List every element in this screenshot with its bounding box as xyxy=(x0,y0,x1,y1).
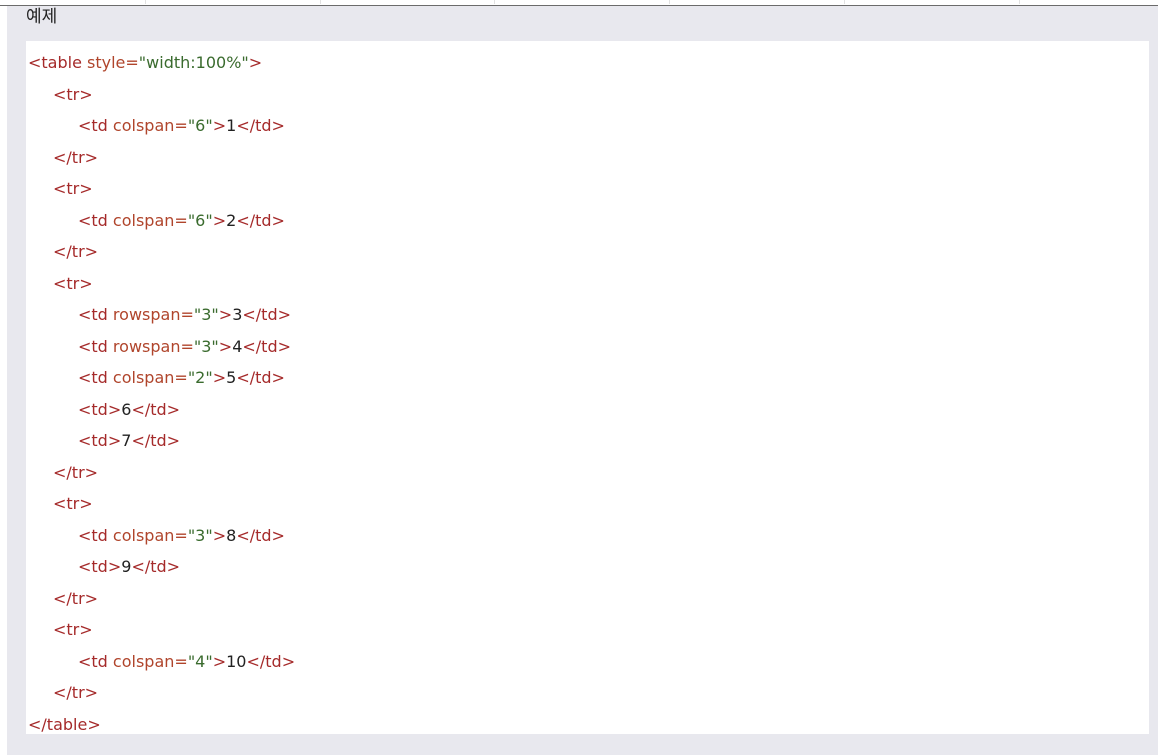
code-token: "width:100%" xyxy=(138,53,249,72)
code-token: <table xyxy=(28,53,82,72)
code-token: "4" xyxy=(187,651,213,671)
code-token: 3 xyxy=(232,305,243,324)
code-token: </td> xyxy=(131,557,181,576)
code-token: > xyxy=(248,53,263,72)
code-token: colspan= xyxy=(107,368,188,387)
code-token: <tr> xyxy=(53,84,93,104)
code-token: "3" xyxy=(193,336,219,356)
code-token: rowspan= xyxy=(107,336,194,356)
code-token: </td> xyxy=(236,368,285,387)
code-token: colspan= xyxy=(107,210,188,230)
code-token: 1 xyxy=(226,116,237,135)
code-token: "6" xyxy=(187,116,213,135)
code-token: "3" xyxy=(187,525,213,545)
code-token: colspan= xyxy=(107,651,188,671)
code-token: > xyxy=(218,305,233,324)
code-block[interactable]: <table style="width:100%"> <tr> <td colspa… xyxy=(26,41,1149,734)
code-token: colspan= xyxy=(107,116,188,135)
example-panel: 예제 <table style="width:100%"> <tr> <td col… xyxy=(7,6,1158,755)
code-token: 8 xyxy=(226,525,237,545)
code-token: <td xyxy=(78,116,108,135)
code-token: </tr> xyxy=(53,683,99,702)
code-line: <td colspan="4">10</td> xyxy=(78,651,295,673)
code-line: <tr> xyxy=(53,493,93,515)
code-token: </td> xyxy=(242,305,292,324)
code-token: <tr> xyxy=(53,620,93,639)
code-line: <td>9</td> xyxy=(78,556,180,578)
code-line: </tr> xyxy=(53,241,98,263)
code-line: </tr> xyxy=(53,462,98,484)
code-token: </td> xyxy=(236,525,285,545)
code-token: </td> xyxy=(236,116,285,135)
code-token: "2" xyxy=(187,368,213,387)
code-token: <td xyxy=(78,305,108,324)
code-line: <td colspan="3">8</td> xyxy=(78,525,285,547)
code-token: <td> xyxy=(78,399,122,419)
code-line: <td colspan="2">5</td> xyxy=(78,367,285,389)
code-token: </td> xyxy=(246,651,296,671)
code-line: <td rowspan="3">4</td> xyxy=(78,336,291,358)
code-token: > xyxy=(212,368,227,387)
code-token: 5 xyxy=(226,368,237,387)
code-token: > xyxy=(212,651,227,671)
code-token: </tr> xyxy=(53,588,99,608)
code-line: <table style="width:100%"> xyxy=(28,52,262,74)
example-title: 예제 xyxy=(26,7,58,27)
code-line: <td rowspan="3">3</td> xyxy=(78,304,291,326)
code-token: </td> xyxy=(236,210,285,230)
code-token: 4 xyxy=(232,336,243,356)
code-token: > xyxy=(212,116,227,135)
code-token: </td> xyxy=(242,336,292,356)
column-divider xyxy=(844,0,845,4)
code-token: style= xyxy=(81,53,139,72)
code-line: </table> xyxy=(28,714,101,736)
code-token: <tr> xyxy=(53,494,93,513)
code-token: </tr> xyxy=(53,462,99,482)
code-token: rowspan= xyxy=(107,305,194,324)
column-divider xyxy=(494,0,495,4)
code-line: <td colspan="6">1</td> xyxy=(78,115,285,137)
code-token: </table> xyxy=(28,714,101,734)
code-token: <td xyxy=(78,210,108,230)
code-line: <tr> xyxy=(53,619,93,641)
code-token: </td> xyxy=(131,399,181,419)
code-line: <tr> xyxy=(53,84,93,106)
code-line: <td>6</td> xyxy=(78,399,180,421)
code-line: <tr> xyxy=(53,178,93,200)
code-token: "6" xyxy=(187,210,213,230)
code-token: "3" xyxy=(193,305,219,324)
code-token: > xyxy=(212,210,227,230)
code-line: </tr> xyxy=(53,682,98,704)
code-line: <tr> xyxy=(53,273,93,295)
code-token: </tr> xyxy=(53,242,99,261)
code-token: 9 xyxy=(121,557,132,576)
code-token: <tr> xyxy=(53,179,93,198)
code-line: <td colspan="6">2</td> xyxy=(78,210,285,232)
column-divider xyxy=(1019,0,1020,4)
column-divider xyxy=(320,0,321,4)
code-token: > xyxy=(218,336,233,356)
code-token: </tr> xyxy=(53,147,99,167)
column-divider xyxy=(145,0,146,4)
code-line: <td>7</td> xyxy=(78,430,180,452)
code-line: </tr> xyxy=(53,588,98,610)
code-token: colspan= xyxy=(107,525,188,545)
code-token: <tr> xyxy=(53,273,93,293)
code-token: 10 xyxy=(226,651,247,671)
code-token: <td xyxy=(78,336,108,356)
code-token: <td xyxy=(78,525,108,545)
code-token: <td xyxy=(78,368,108,387)
code-token: </td> xyxy=(131,431,181,450)
code-token: 7 xyxy=(121,431,132,450)
code-token: <td> xyxy=(78,557,122,576)
code-token: 2 xyxy=(226,210,237,230)
code-token: > xyxy=(212,525,227,545)
code-line: </tr> xyxy=(53,147,98,169)
code-token: 6 xyxy=(121,399,132,419)
column-divider xyxy=(669,0,670,4)
code-token: <td xyxy=(78,651,108,671)
code-token: <td> xyxy=(78,431,122,450)
